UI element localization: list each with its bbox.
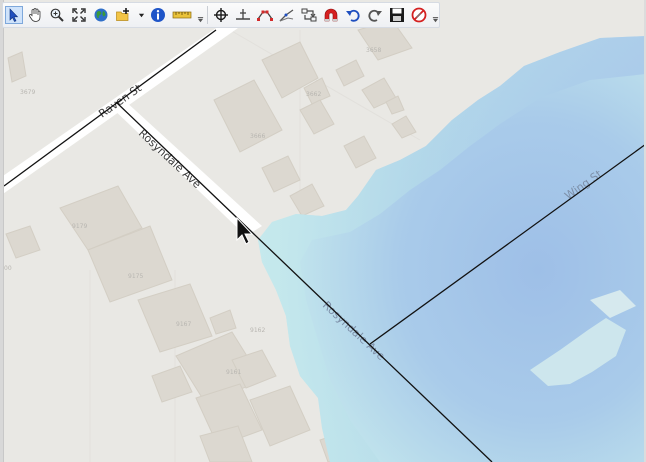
zoom-in-button[interactable]: [48, 6, 66, 24]
chevron-down-icon: [432, 16, 438, 22]
transfer-attributes-button[interactable]: [300, 6, 318, 24]
address-label: 00: [4, 265, 12, 272]
split-line-icon: [236, 9, 250, 20]
address-label: 9162: [250, 327, 265, 334]
split-button[interactable]: [234, 6, 252, 24]
save-edits-icon: [390, 8, 404, 22]
pan-tool-button[interactable]: [26, 6, 44, 24]
undo-icon: [346, 9, 360, 22]
edit-vertices-button[interactable]: [256, 6, 274, 24]
globe-icon: [94, 8, 108, 22]
stop-editing-icon: [411, 7, 427, 23]
chevron-down-icon: [138, 13, 144, 17]
window-left-border: [0, 0, 4, 462]
edit-vertices-icon: [257, 10, 273, 21]
full-extent-button[interactable]: [70, 6, 88, 24]
address-label: 3679: [20, 89, 35, 96]
redo-button[interactable]: [366, 6, 384, 24]
add-data-icon: [116, 8, 129, 21]
reshape-button[interactable]: [278, 6, 296, 24]
snap-point-button[interactable]: [212, 6, 230, 24]
reshape-icon: [279, 9, 294, 22]
toolbar-overflow-2[interactable]: [431, 15, 439, 25]
globe-button[interactable]: [92, 6, 110, 24]
measure-ruler-icon: [172, 11, 192, 19]
save-edits-button[interactable]: [388, 6, 406, 24]
pan-hand-icon: [28, 8, 41, 22]
identify-button[interactable]: [149, 6, 167, 24]
transfer-attributes-icon: [301, 8, 317, 22]
zoom-in-icon: [50, 8, 64, 22]
magnet-icon: [324, 8, 338, 22]
select-arrow-icon: [9, 8, 19, 22]
measure-button[interactable]: [171, 6, 193, 24]
add-data-dropdown[interactable]: [137, 10, 145, 20]
address-label: 9175: [128, 273, 143, 280]
toolbar-separator: [207, 6, 208, 24]
address-label: 3666: [250, 133, 265, 140]
redo-icon: [368, 9, 382, 22]
snapping-button[interactable]: [322, 6, 340, 24]
undo-button[interactable]: [344, 6, 362, 24]
identify-info-icon: [151, 8, 165, 22]
full-extent-icon: [72, 8, 86, 22]
chevron-down-icon: [197, 16, 203, 22]
map-toolbar: [2, 2, 440, 28]
add-data-button[interactable]: [114, 6, 132, 24]
stop-editing-button[interactable]: [410, 6, 428, 24]
address-label: 3658: [366, 47, 381, 54]
address-label: 3662: [306, 91, 321, 98]
map-canvas[interactable]: 3679 3666 3662 3658 9179 9175 9167 9162 …: [0, 0, 646, 462]
address-label: 9179: [72, 223, 87, 230]
address-label: 9167: [176, 321, 191, 328]
select-tool-button[interactable]: [5, 6, 23, 24]
toolbar-overflow-1[interactable]: [196, 15, 204, 25]
address-label: 9161: [226, 369, 241, 376]
crosshair-icon: [214, 8, 228, 22]
